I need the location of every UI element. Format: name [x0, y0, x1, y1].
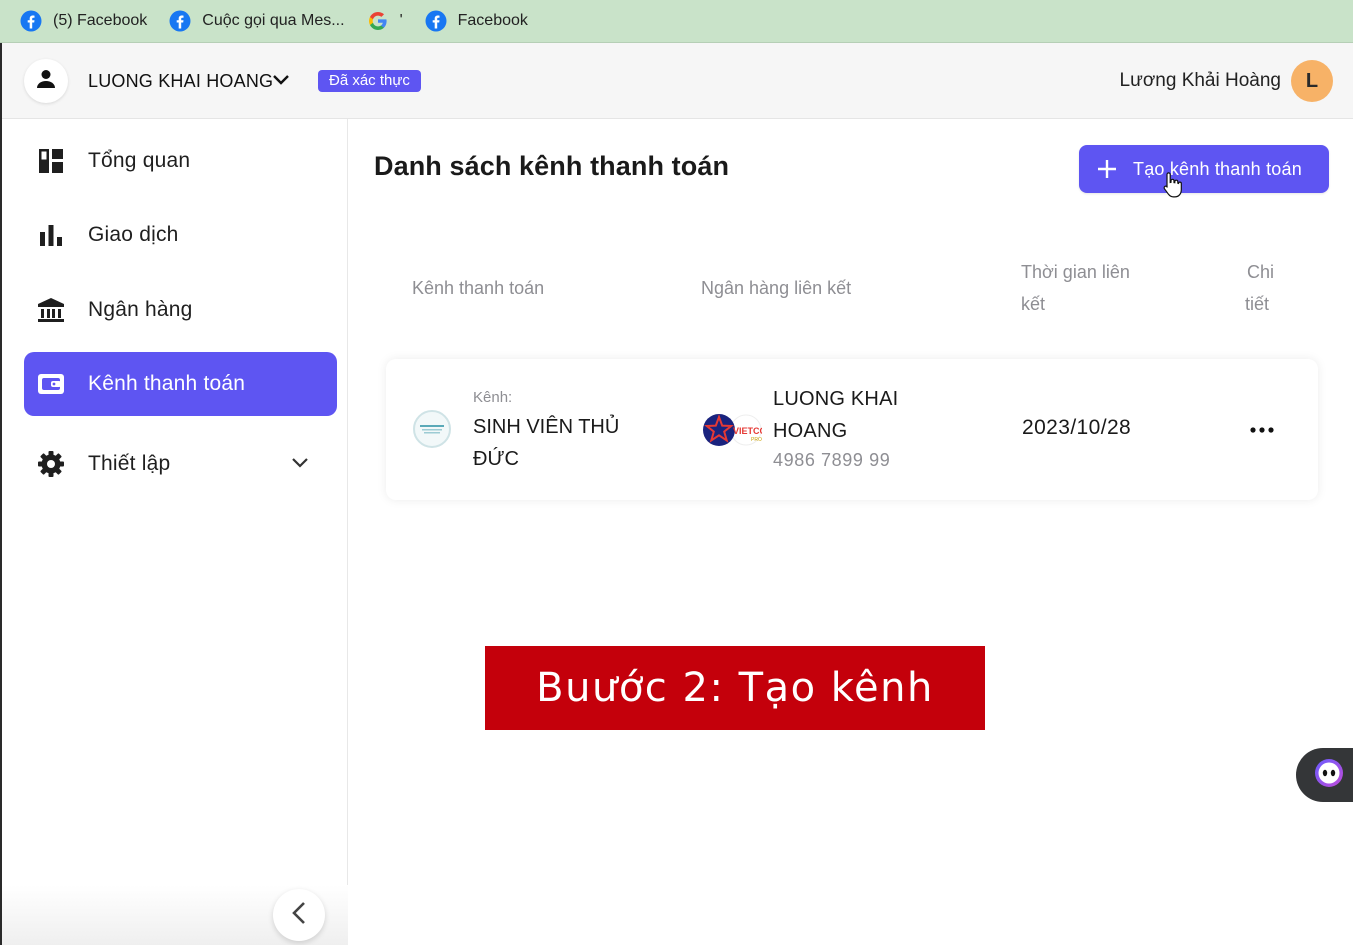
sidebar-item-bank[interactable]: Ngân hàng	[24, 278, 337, 342]
sidebar: Tổng quan Giao dịch Ngân hàng Kênh thanh…	[2, 119, 348, 945]
chatbot-icon	[1312, 758, 1346, 793]
sidebar-item-label: Ngân hàng	[88, 298, 193, 321]
bank-account-owner: LUONG KHAI HOANG	[773, 388, 899, 442]
channel-logo	[413, 410, 451, 448]
sidebar-item-settings[interactable]: Thiết lập	[24, 432, 337, 496]
bookmark-label: '	[399, 12, 403, 29]
sidebar-item-label: Giao dịch	[88, 223, 179, 246]
create-payment-channel-button[interactable]: Tạo kênh thanh toán	[1079, 145, 1329, 193]
bank-logo: VIETCOR PRO	[702, 409, 774, 456]
dashboard-icon	[36, 146, 66, 176]
column-header-time-line2: kết	[1021, 294, 1046, 314]
gear-icon	[36, 449, 66, 479]
google-icon	[367, 10, 389, 32]
bookmark-facebook-1[interactable]: (5) Facebook	[20, 10, 147, 32]
bookmarks-bar: (5) Facebook Cuộc gọi qua Mes... ' Faceb…	[0, 0, 1353, 43]
account-switcher[interactable]: LUONG KHAI HOANG	[88, 71, 273, 92]
collapse-sidebar-button[interactable]	[273, 889, 325, 941]
column-header-channel: Kênh thanh toán	[412, 278, 545, 298]
sidebar-item-label: Kênh thanh toán	[88, 372, 246, 395]
channel-name: SINH VIÊN THỦ ĐỨC	[473, 416, 620, 470]
column-header-bank: Ngân hàng liên kết	[701, 278, 852, 298]
bank-account-number: 4986 7899 99	[773, 450, 891, 470]
wallet-icon	[36, 369, 66, 399]
sidebar-item-overview[interactable]: Tổng quan	[24, 129, 337, 193]
user-avatar[interactable]: L	[1291, 60, 1333, 102]
chevron-left-icon	[291, 901, 307, 930]
facebook-icon	[425, 10, 447, 32]
column-header-detail-line1: Chi	[1247, 262, 1275, 282]
table-row[interactable]: Kênh: SINH VIÊN THỦ ĐỨC VIETCOR PRO LUON…	[386, 359, 1318, 500]
app-header: LUONG KHAI HOANG Đã xác thực Lương Khải …	[2, 43, 1353, 119]
main-content: Danh sách kênh thanh toán Tạo kênh thanh…	[349, 119, 1353, 945]
more-options-button[interactable]	[1248, 417, 1276, 441]
page-title: Danh sách kênh thanh toán	[374, 151, 730, 181]
verified-badge: Đã xác thực	[318, 70, 421, 92]
svg-text:PRO: PRO	[751, 437, 762, 443]
ellipsis-icon	[1250, 420, 1274, 438]
linked-date: 2023/10/28	[1022, 416, 1132, 439]
chevron-down-icon[interactable]	[272, 73, 290, 92]
facebook-icon	[20, 10, 42, 32]
bookmark-google[interactable]: '	[367, 10, 403, 32]
chevron-down-icon[interactable]	[291, 456, 309, 474]
sidebar-item-transactions[interactable]: Giao dịch	[24, 203, 337, 267]
bookmark-label: Facebook	[457, 12, 528, 29]
bar-chart-icon	[36, 220, 66, 250]
tutorial-step-banner: Buước 2: Tạo kênh	[485, 646, 985, 730]
banner-text: Buước 2: Tạo kênh	[536, 665, 934, 711]
bank-logo-text: VIETCOR	[733, 426, 762, 436]
create-button-label: Tạo kênh thanh toán	[1133, 159, 1302, 179]
bookmark-facebook-2[interactable]: Facebook	[425, 10, 528, 32]
bookmark-label: (5) Facebook	[53, 12, 148, 29]
sidebar-item-label: Thiết lập	[88, 452, 171, 475]
bank-icon	[36, 295, 66, 325]
facebook-icon	[169, 10, 191, 32]
bookmark-messenger-call[interactable]: Cuộc gọi qua Mes...	[169, 10, 345, 32]
user-name[interactable]: Lương Khải Hoàng	[1120, 70, 1281, 92]
column-header-time-line1: Thời gian liên	[1021, 262, 1130, 282]
sidebar-item-payment-channels[interactable]: Kênh thanh toán	[24, 352, 337, 416]
hand-cursor-icon	[1161, 172, 1183, 203]
account-avatar[interactable]	[24, 59, 68, 103]
channel-caption: Kênh:	[473, 389, 513, 406]
person-icon	[34, 67, 58, 96]
chatbot-button[interactable]	[1296, 748, 1353, 802]
column-header-detail-line2: tiết	[1245, 294, 1270, 314]
bookmark-label: Cuộc gọi qua Mes...	[202, 12, 345, 29]
sidebar-item-label: Tổng quan	[88, 149, 191, 172]
plus-icon	[1095, 157, 1119, 181]
